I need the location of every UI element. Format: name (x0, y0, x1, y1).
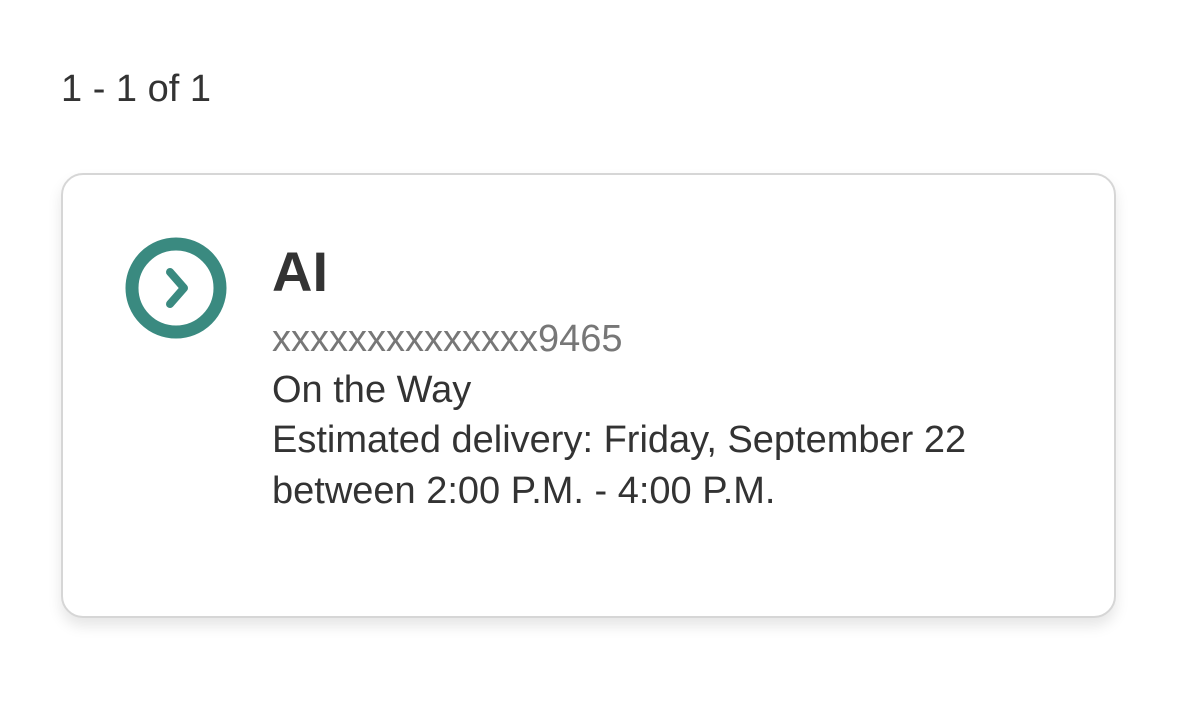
shipment-card[interactable]: AI xxxxxxxxxxxxxx9465 On the Way Estimat… (61, 173, 1116, 618)
estimated-delivery-window: between 2:00 P.M. - 4:00 P.M. (272, 470, 776, 512)
estimated-delivery-date: Estimated delivery: Friday, September 22 (272, 419, 967, 461)
tracking-number: xxxxxxxxxxxxxx9465 (272, 318, 623, 360)
shipment-details: AI xxxxxxxxxxxxxx9465 On the Way Estimat… (272, 239, 1074, 517)
shipment-name: AI (272, 240, 328, 303)
shipment-status: On the Way (272, 369, 472, 411)
chevron-right-circle-icon (125, 237, 227, 339)
results-count: 1 - 1 of 1 (61, 68, 211, 110)
